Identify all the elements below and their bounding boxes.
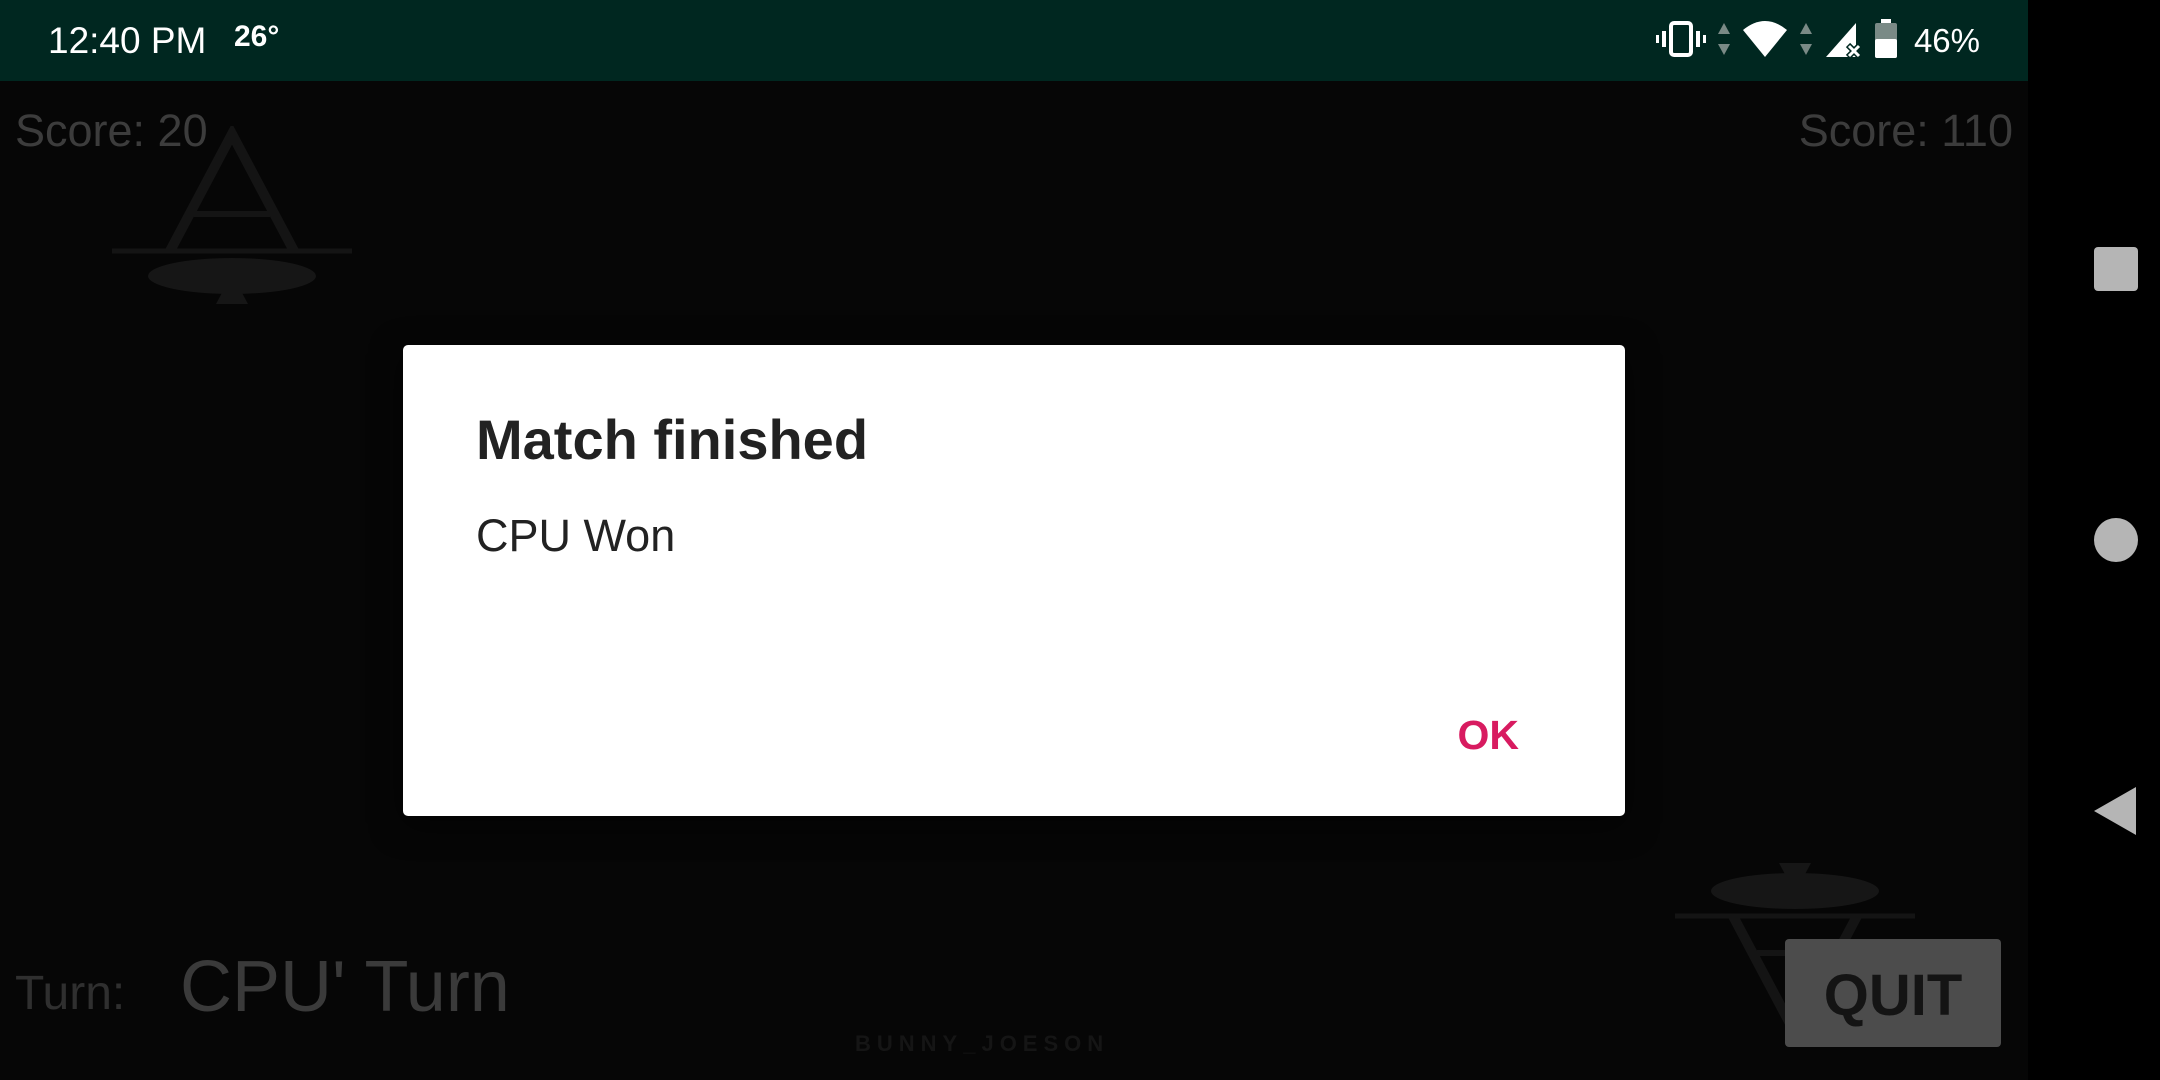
dialog-message: CPU Won <box>476 510 676 561</box>
data-arrows-icon <box>1716 21 1732 62</box>
dialog-title: Match finished <box>476 408 869 471</box>
recents-icon[interactable] <box>2094 247 2138 291</box>
ace-of-spades-card-icon <box>112 123 352 311</box>
vibrate-icon <box>1655 19 1706 64</box>
data-arrows-icon <box>1798 21 1814 62</box>
home-icon[interactable] <box>2094 518 2138 562</box>
back-icon[interactable] <box>2092 785 2138 842</box>
quit-button[interactable]: QUIT <box>1785 939 2001 1047</box>
status-bar: 12:40 PM 26° 46% <box>0 0 2028 81</box>
watermark: BUNNY_JOESON <box>855 1031 1110 1056</box>
screen: 12:40 PM 26° 46% Score: 20 Score: 110 Tu… <box>0 0 2160 1080</box>
ok-button[interactable]: OK <box>1452 708 1526 763</box>
battery-icon <box>1874 18 1898 64</box>
cpu-score: Score: 110 <box>1798 105 2013 156</box>
match-finished-dialog: Match finished CPU Won OK <box>403 345 1625 816</box>
turn-label: Turn: <box>15 967 126 1020</box>
battery-percent: 46% <box>1913 22 1980 59</box>
signal-no-sim-icon <box>1824 19 1864 64</box>
status-icons: 46% <box>1655 16 1980 66</box>
wifi-icon <box>1742 20 1788 63</box>
status-time: 12:40 PM <box>48 20 207 61</box>
status-temperature: 26° <box>234 20 280 53</box>
navigation-bar <box>2028 0 2160 1080</box>
turn-indicator: CPU' Turn <box>180 947 510 1027</box>
